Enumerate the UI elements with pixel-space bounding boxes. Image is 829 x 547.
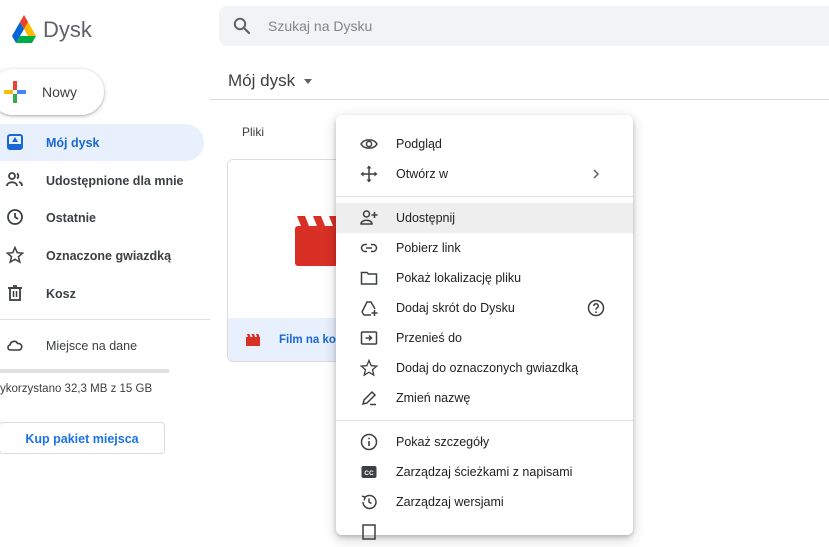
menu-item-partial[interactable] (336, 517, 633, 547)
sidebar-divider (0, 319, 210, 320)
sidebar-item-storage[interactable]: Miejsce na dane (0, 331, 200, 361)
move-folder-icon (360, 329, 378, 347)
link-icon (360, 239, 378, 257)
folder-icon (360, 269, 378, 287)
menu-item-versions[interactable]: Zarządzaj wersjami (336, 487, 633, 517)
menu-item-label: Podgląd (396, 137, 442, 151)
menu-divider (336, 196, 633, 197)
star-outline-icon (360, 359, 378, 377)
context-menu: Podgląd Otwórz w Udostępnij Pobierz link… (336, 115, 633, 540)
document-icon (360, 523, 378, 541)
menu-item-share[interactable]: Udostępnij (336, 203, 633, 233)
video-file-icon (246, 334, 260, 346)
star-icon (6, 246, 24, 264)
menu-item-move-to[interactable]: Przenieś do (336, 323, 633, 353)
section-label: Pliki (242, 125, 265, 139)
search-input[interactable]: Szukaj na Dysku (268, 18, 372, 34)
clock-icon (6, 208, 24, 226)
menu-item-rename[interactable]: Zmień nazwę (336, 383, 633, 413)
menu-item-label: Dodaj do oznaczonych gwiazdką (396, 361, 579, 375)
info-icon (360, 433, 378, 451)
move-arrows-icon (360, 165, 378, 183)
menu-item-details[interactable]: Pokaż szczegóły (336, 427, 633, 457)
new-button-label: Nowy (42, 84, 78, 100)
menu-item-get-link[interactable]: Pobierz link (336, 233, 633, 263)
captions-icon: CC (360, 463, 378, 481)
storage-progress-bar (0, 369, 169, 373)
app-title: Dysk (43, 17, 92, 42)
chevron-down-icon[interactable] (304, 79, 312, 84)
menu-item-label: Pokaż szczegóły (396, 435, 490, 449)
storage-label: Miejsce na dane (46, 339, 138, 353)
menu-item-label: Otwórz w (396, 167, 449, 181)
sidebar-item-label: Kosz (46, 287, 76, 301)
sidebar-item-trash[interactable]: Kosz (0, 279, 200, 309)
shared-icon (6, 171, 24, 189)
file-name: Film na ko (279, 334, 336, 346)
sidebar-item-label: Mój dysk (46, 136, 100, 150)
header-divider (210, 99, 829, 100)
storage-usage-text: ykorzystano 32,3 MB z 15 GB (0, 383, 153, 395)
menu-divider (336, 420, 633, 421)
trash-icon (6, 284, 24, 302)
menu-item-label: Zmień nazwę (396, 391, 471, 405)
menu-item-add-shortcut[interactable]: Dodaj skrót do Dysku (336, 293, 633, 323)
menu-item-label: Pokaż lokalizację pliku (396, 271, 522, 285)
chevron-right-icon (587, 165, 605, 183)
add-person-icon (360, 209, 378, 227)
sidebar-item-shared[interactable]: Udostępnione dla mnie (0, 166, 200, 196)
sidebar-item-label: Udostępnione dla mnie (46, 174, 184, 188)
search-bar[interactable]: Szukaj na Dysku (219, 6, 829, 46)
menu-item-label: Przenieś do (396, 331, 463, 345)
plus-icon (4, 81, 26, 103)
add-shortcut-icon (360, 299, 378, 317)
menu-item-captions[interactable]: CC Zarządzaj ścieżkami z napisami (336, 457, 633, 487)
svg-text:CC: CC (364, 470, 374, 477)
menu-item-open-with[interactable]: Otwórz w (336, 159, 633, 189)
search-icon[interactable] (233, 17, 251, 35)
menu-item-preview[interactable]: Podgląd (336, 129, 633, 159)
history-icon (360, 493, 378, 511)
buy-storage-button[interactable]: Kup pakiet miejsca (0, 422, 165, 454)
page-title[interactable]: Mój dysk (228, 71, 295, 91)
new-button[interactable]: Nowy (0, 69, 104, 115)
menu-item-label: Udostępnij (396, 211, 456, 225)
menu-item-add-star[interactable]: Dodaj do oznaczonych gwiazdką (336, 353, 633, 383)
sidebar-item-recent[interactable]: Ostatnie (0, 203, 200, 233)
my-drive-icon (6, 133, 24, 151)
help-icon[interactable] (587, 299, 605, 317)
sidebar-item-starred[interactable]: Oznaczone gwiazdką (0, 241, 200, 271)
sidebar-item-my-drive[interactable]: Mój dysk (0, 128, 200, 158)
menu-item-show-location[interactable]: Pokaż lokalizację pliku (336, 263, 633, 293)
menu-item-label: Dodaj skrót do Dysku (396, 301, 515, 315)
drive-logo-icon[interactable] (8, 12, 40, 44)
menu-item-label: Zarządzaj wersjami (396, 495, 504, 509)
pencil-icon (360, 389, 378, 407)
eye-icon (360, 135, 378, 153)
cloud-icon (6, 336, 24, 354)
menu-item-label: Zarządzaj ścieżkami z napisami (396, 465, 573, 479)
sidebar-item-label: Oznaczone gwiazdką (46, 249, 172, 263)
sidebar-item-label: Ostatnie (46, 211, 97, 225)
menu-item-label: Pobierz link (396, 241, 461, 255)
